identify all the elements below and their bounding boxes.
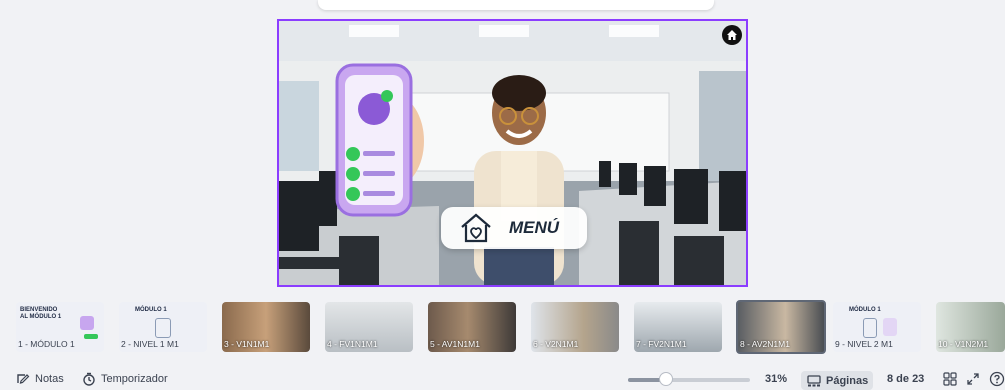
thumbnail-page-10[interactable]: 10 - V1N2M1 — [936, 302, 1005, 352]
zoom-slider[interactable] — [628, 372, 750, 386]
thumbnail-page-9[interactable]: MÓDULO 1 9 - NIVEL 2 M1 — [833, 302, 921, 352]
thumbnail-caption: 7 - FV2N1M1 — [636, 339, 687, 349]
thumbnail-page-4[interactable]: 4 - FV1N1M1 — [325, 302, 413, 352]
notes-icon — [17, 374, 30, 384]
top-toolbar-edge — [318, 0, 714, 10]
menu-button[interactable]: MENÚ — [441, 207, 587, 249]
thumbnail-caption: 10 - V1N2M1 — [938, 339, 989, 349]
house-heart-icon — [461, 213, 491, 243]
thumbnail-caption: 4 - FV1N1M1 — [327, 339, 378, 349]
thumbnail-caption: 3 - V1N1M1 — [224, 339, 270, 349]
notes-label: Notas — [35, 373, 64, 385]
pages-button[interactable]: Páginas — [801, 371, 873, 390]
slide-canvas[interactable]: MENÚ — [277, 19, 748, 287]
grid-view-button[interactable] — [943, 372, 957, 386]
thumbnail-page-3[interactable]: 3 - V1N1M1 — [222, 302, 310, 352]
expand-icon — [967, 373, 979, 385]
thumbnail-graphic — [863, 318, 877, 338]
pages-label: Páginas — [826, 374, 869, 387]
thumbnail-caption: 2 - NIVEL 1 M1 — [121, 339, 179, 349]
fullscreen-button[interactable] — [966, 372, 980, 386]
zoom-slider-handle[interactable] — [659, 372, 673, 386]
menu-label: MENÚ — [509, 218, 560, 237]
grid-icon — [943, 372, 957, 386]
timer-label: Temporizador — [101, 373, 168, 385]
thumbnail-page-6[interactable]: 6 - V2N1M1 — [531, 302, 619, 352]
thumbnail-graphic — [883, 318, 897, 336]
thumbnail-caption: 9 - NIVEL 2 M1 — [835, 339, 893, 349]
home-icon-button[interactable] — [722, 25, 742, 45]
thumbnail-page-1[interactable]: BIENVENIDO AL MÓDULO 1 1 - MÓDULO 1 — [16, 302, 104, 352]
timer-button[interactable]: Temporizador — [82, 372, 168, 386]
home-icon — [727, 30, 737, 40]
notes-button[interactable]: Notas — [16, 372, 64, 386]
thumbnail-title: BIENVENIDO AL MÓDULO 1 — [20, 307, 62, 320]
page-thumbnails: BIENVENIDO AL MÓDULO 1 1 - MÓDULO 1 MÓDU… — [16, 300, 1005, 354]
thumbnail-graphic — [155, 318, 171, 338]
help-icon — [989, 371, 1005, 387]
thumbnail-badge — [84, 334, 98, 339]
timer-icon — [83, 372, 95, 386]
page-indicator: 8 de 23 — [887, 373, 925, 385]
help-button[interactable] — [989, 371, 1005, 387]
thumbnail-caption: 5 - AV1N1M1 — [430, 339, 480, 349]
thumbnail-page-8[interactable]: 8 - AV2N1M1 — [736, 300, 826, 354]
thumbnail-graphic — [80, 316, 94, 330]
thumbnail-title: MÓDULO 1 — [135, 307, 167, 313]
thumbnail-page-7[interactable]: 7 - FV2N1M1 — [634, 302, 722, 352]
thumbnail-caption: 6 - V2N1M1 — [533, 339, 579, 349]
pages-icon — [807, 374, 821, 386]
thumbnail-page-5[interactable]: 5 - AV1N1M1 — [428, 302, 516, 352]
thumbnail-caption: 1 - MÓDULO 1 — [18, 339, 75, 349]
thumbnail-page-2[interactable]: MÓDULO 1 2 - NIVEL 1 M1 — [119, 302, 207, 352]
thumbnail-title: MÓDULO 1 — [849, 307, 881, 313]
zoom-value[interactable]: 31% — [765, 373, 787, 385]
thumbnail-caption: 8 - AV2N1M1 — [740, 339, 790, 349]
